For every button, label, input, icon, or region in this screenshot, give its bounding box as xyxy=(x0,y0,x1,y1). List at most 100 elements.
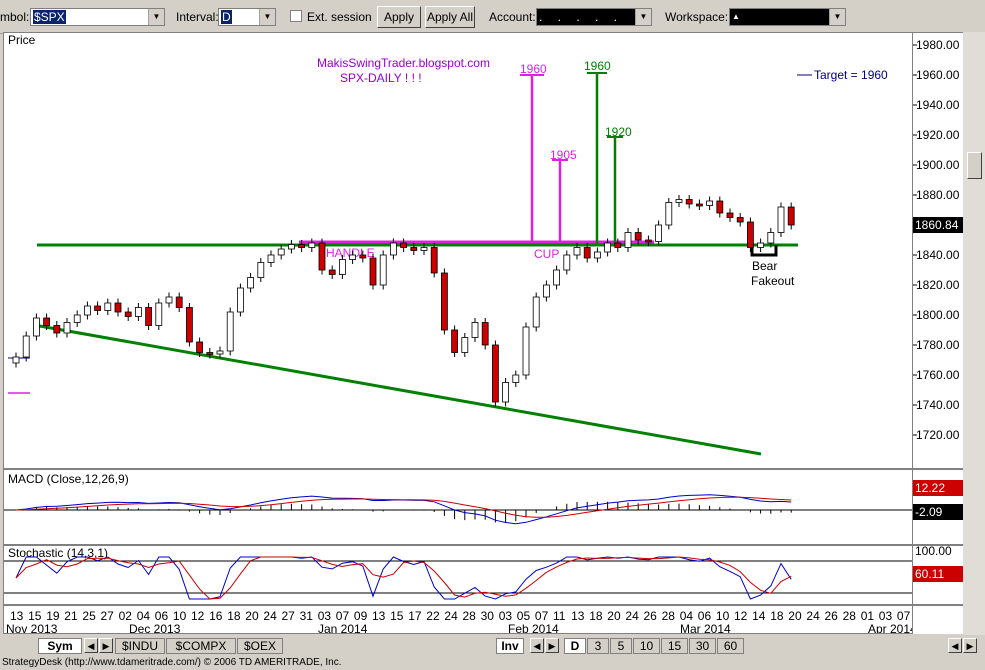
candle-body xyxy=(787,206,795,226)
chevron-down-icon[interactable]: ▼ xyxy=(829,9,845,25)
tab-interval-5[interactable]: 5 xyxy=(610,638,632,654)
candle-body xyxy=(134,307,142,317)
candle-body xyxy=(236,287,244,313)
candle-body xyxy=(716,200,724,214)
nav-next-icon[interactable]: ▶ xyxy=(963,638,977,653)
date-day-label: 13 xyxy=(10,609,24,623)
date-day-label: 06 xyxy=(698,609,712,623)
candle-body xyxy=(491,344,499,403)
candle-body xyxy=(185,307,193,343)
apply-all-button[interactable]: Apply All xyxy=(425,6,475,28)
account-combo[interactable]: . . . . . ▼ xyxy=(536,8,652,26)
price-tick-label: 1900.00 xyxy=(916,158,960,172)
date-day-label: 06 xyxy=(155,609,169,623)
price-tick-label: 1720.00 xyxy=(916,428,960,442)
chevron-down-icon[interactable]: ▼ xyxy=(635,9,651,25)
account-value: . . . . . xyxy=(539,10,624,24)
date-month-label: Apr 2014 xyxy=(868,622,912,633)
tab-inv[interactable]: Inv xyxy=(496,638,524,654)
date-day-label: 24 xyxy=(263,609,277,623)
candle-body xyxy=(573,247,581,256)
chart-svg: Price MakisSwingTrader.blogspot.com SPX-… xyxy=(4,33,912,633)
candle-body xyxy=(777,206,785,233)
status-bar: StrategyDesk (http://www.tdameritrade.co… xyxy=(0,656,985,670)
nav-prev-icon[interactable]: ◀ xyxy=(948,638,962,653)
tab-indu[interactable]: $INDU xyxy=(115,638,165,654)
tab-sym[interactable]: Sym xyxy=(38,638,82,654)
tab-oex[interactable]: $OEX xyxy=(237,638,283,654)
date-axis-days: 13 15 19 21 25 27 02 04 06 10 12 16 18 20 24 27 31 03 07 09… xyxy=(10,609,911,623)
tab-interval-D[interactable]: D xyxy=(564,638,586,654)
date-day-label: 07 xyxy=(535,609,549,623)
date-month-label: Dec 2013 xyxy=(129,622,181,633)
tab-interval-15[interactable]: 15 xyxy=(661,638,688,654)
tab-interval-60[interactable]: 60 xyxy=(717,638,744,654)
date-day-label: 25 xyxy=(82,609,96,623)
tab-interval-10[interactable]: 10 xyxy=(633,638,660,654)
candle-body xyxy=(145,307,153,326)
candle-body xyxy=(226,311,234,352)
candle-body xyxy=(32,317,40,337)
price-tick-label: 1920.00 xyxy=(916,128,960,142)
candle-body xyxy=(277,248,285,256)
candle-body xyxy=(655,224,662,242)
date-day-label: 24 xyxy=(625,609,639,623)
candle-body xyxy=(22,335,30,358)
workspace-label: Workspace: xyxy=(665,10,729,24)
candle-body xyxy=(267,254,275,263)
candle-body xyxy=(430,247,438,274)
date-day-label: 26 xyxy=(825,609,839,623)
candle-body xyxy=(287,244,295,250)
ext-session-checkbox[interactable] xyxy=(290,10,302,22)
tab-compx[interactable]: $COMPX xyxy=(166,638,236,654)
label-bear: Bear xyxy=(752,259,777,273)
candle-body xyxy=(522,326,530,376)
chart-area[interactable]: Price MakisSwingTrader.blogspot.com SPX-… xyxy=(3,32,913,634)
workspace-combo[interactable]: ▲ ▼ xyxy=(729,8,846,26)
date-day-label: 17 xyxy=(408,609,422,623)
candle-body xyxy=(696,203,703,207)
symbol-combo[interactable]: $SPX ▼ xyxy=(30,8,165,26)
label-g1960: 1960 xyxy=(584,59,611,73)
date-day-label: 20 xyxy=(788,609,802,623)
label-m1905: 1905 xyxy=(550,148,577,162)
tab-bar: Sym ◀ ▶ $INDU $COMPX $OEX Inv ◀ ▶ D 3 5 10 1… xyxy=(0,636,985,656)
date-day-label: 05 xyxy=(517,609,531,623)
candle-body xyxy=(645,239,652,243)
apply-button[interactable]: Apply xyxy=(377,6,421,28)
candle-body xyxy=(318,242,326,271)
date-day-label: 24 xyxy=(444,609,458,623)
date-day-label: 03 xyxy=(879,609,893,623)
candle-body xyxy=(410,247,418,251)
scrollbar-thumb[interactable] xyxy=(967,152,982,179)
nav-prev-icon[interactable]: ◀ xyxy=(530,638,544,653)
nav-prev-icon[interactable]: ◀ xyxy=(84,638,98,653)
candle-body xyxy=(532,296,540,328)
vertical-scrollbar[interactable] xyxy=(963,32,985,635)
nav-next-icon[interactable]: ▶ xyxy=(99,638,113,653)
chevron-down-icon[interactable]: ▼ xyxy=(148,9,164,25)
candle-body xyxy=(543,284,550,298)
tab-interval-3[interactable]: 3 xyxy=(587,638,609,654)
date-month-label: Feb 2014 xyxy=(508,622,559,633)
symbol-label: mbol: xyxy=(0,10,30,24)
candle-body xyxy=(706,200,713,206)
label-m1960: 1960 xyxy=(520,62,547,76)
symbol-value[interactable]: $SPX xyxy=(33,10,66,24)
date-day-label: 01 xyxy=(861,609,875,623)
date-day-label: 19 xyxy=(46,609,60,623)
tab-interval-30[interactable]: 30 xyxy=(689,638,716,654)
interval-value[interactable]: D xyxy=(221,10,232,24)
date-day-label: 07 xyxy=(897,609,911,623)
workspace-value: ▲ xyxy=(732,12,740,21)
price-tick-label: 1940.00 xyxy=(916,98,960,112)
candle-body xyxy=(165,296,173,304)
candle-body xyxy=(471,322,479,338)
chevron-down-icon[interactable]: ▼ xyxy=(259,9,275,25)
candle-body xyxy=(481,322,489,346)
price-tick-label: 1820.00 xyxy=(916,278,960,292)
price-tick-label: 1880.00 xyxy=(916,188,960,202)
interval-combo[interactable]: D ▼ xyxy=(218,8,276,26)
nav-next-icon[interactable]: ▶ xyxy=(545,638,559,653)
candle-body xyxy=(114,302,122,313)
